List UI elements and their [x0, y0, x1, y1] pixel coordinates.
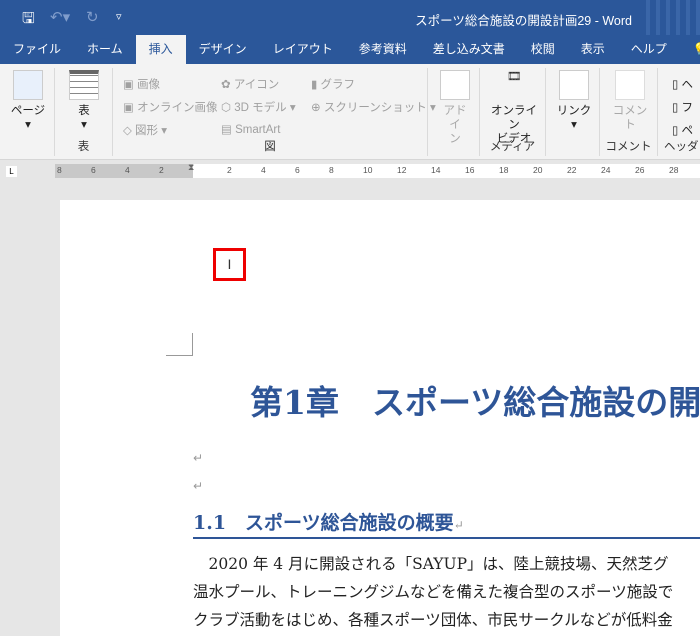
icons-button[interactable]: ✿ アイコン: [221, 76, 279, 92]
group-pages: ページ ▾: [0, 68, 55, 156]
horizontal-ruler[interactable]: L 864224681012141618202224262830 ⧗: [0, 160, 700, 185]
link-button[interactable]: リンク ▾: [556, 70, 592, 132]
group-comments: コメント コメント: [600, 68, 658, 156]
customize-qat-icon[interactable]: ▿: [116, 10, 122, 23]
tab-view[interactable]: 表示: [568, 35, 618, 64]
ribbon-tabs: ファイル ホーム 挿入 デザイン レイアウト 参考資料 差し込み文書 校閲 表示…: [0, 35, 700, 64]
smartart-button[interactable]: ▤ SmartArt: [221, 122, 280, 136]
title-decoration: [640, 0, 700, 35]
addins-button[interactable]: アドイ ン: [438, 70, 472, 146]
ruler-tick-label: 12: [397, 165, 407, 175]
comment-button[interactable]: コメント: [608, 70, 652, 132]
ruler-tick-label: 16: [465, 165, 475, 175]
group-header-footer: ▯ ヘ ▯ フ ▯ ペ ヘッダ: [658, 68, 700, 156]
chart-button[interactable]: ▮ グラフ: [311, 76, 355, 92]
body-line[interactable]: 2020 年 4 月に開設される「SAYUP」は、陸上競技場、天然芝グ: [193, 552, 669, 574]
comment-icon: [615, 70, 645, 100]
group-label-comments: コメント: [605, 141, 652, 153]
text-cursor-highlight: I: [213, 248, 246, 281]
page-button[interactable]: ページ ▾: [8, 70, 48, 132]
group-label-media: メディア: [489, 141, 536, 153]
3d-models-button[interactable]: ⬡ 3D モデル ▾: [221, 99, 296, 115]
ruler-tick-label: 6: [295, 165, 300, 175]
ruler-margin: [55, 164, 193, 178]
ruler-tick-label: 26: [635, 165, 645, 175]
pictures-button[interactable]: ▣ 画像: [123, 76, 160, 92]
group-links: リンク ▾: [546, 68, 600, 156]
ruler-tick-label: 2: [159, 165, 164, 175]
tab-selector[interactable]: L: [6, 166, 17, 177]
ruler-tick-label: 4: [261, 165, 266, 175]
save-icon[interactable]: 🖫: [22, 8, 35, 33]
indent-marker[interactable]: ⧗: [188, 162, 194, 173]
undo-icon[interactable]: ↶▾: [50, 8, 70, 26]
shapes-button[interactable]: ◇ 図形 ▾: [123, 122, 167, 138]
paragraph-mark: ↵: [193, 451, 204, 465]
ribbon: ページ ▾ 表 ▾ 表 ▣ 画像 ▣ オンライン画像 ◇ 図形 ▾ ✿ アイコン ⬡…: [0, 64, 700, 160]
ruler-tick-label: 22: [567, 165, 577, 175]
ruler-tick-label: 28: [669, 165, 679, 175]
online-pictures-button[interactable]: ▣ オンライン画像: [123, 99, 218, 115]
group-illustrations: ▣ 画像 ▣ オンライン画像 ◇ 図形 ▾ ✿ アイコン ⬡ 3D モデル ▾ …: [113, 68, 436, 156]
group-label-table: 表: [77, 141, 90, 153]
ruler-tick-label: 10: [363, 165, 373, 175]
tab-references[interactable]: 参考資料: [346, 35, 420, 64]
online-video-icon: 🎞: [499, 70, 529, 100]
tab-help[interactable]: ヘルプ: [618, 35, 680, 64]
ruler-tick-label: 2: [227, 165, 232, 175]
page-label: ページ: [10, 105, 46, 117]
ruler-tick-label: 8: [57, 165, 62, 175]
tab-review[interactable]: 校閲: [518, 35, 568, 64]
link-icon: [559, 70, 589, 100]
tab-design[interactable]: デザイン: [186, 35, 260, 64]
ruler-bar: 864224681012141618202224262830: [55, 164, 700, 178]
addins-icon: [440, 70, 470, 100]
table-button[interactable]: 表 ▾: [65, 70, 103, 132]
lightbulb-icon: 💡: [693, 42, 700, 56]
cover-page-icon: [13, 70, 43, 100]
online-video-button[interactable]: 🎞 オンライン ビデオ: [486, 70, 542, 146]
ruler-tick-label: 20: [533, 165, 543, 175]
title-bar: 🖫 ↶▾ ↻ ▿ スポーツ総合施設の開設計画29 - Word: [0, 0, 700, 35]
tab-layout[interactable]: レイアウト: [260, 35, 346, 64]
body-line[interactable]: クラブ活動をはじめ、各種スポーツ団体、市民サークルなどが低料金: [193, 608, 673, 630]
group-table: 表 ▾ 表: [55, 68, 113, 156]
redo-icon[interactable]: ↻: [86, 8, 99, 26]
footer-button[interactable]: ▯ フ: [672, 99, 693, 115]
group-addins: アドイ ン: [428, 68, 480, 156]
tab-tell-me[interactable]: 💡 実行: [680, 35, 700, 64]
header-button[interactable]: ▯ ヘ: [672, 76, 693, 92]
section-heading-text: 1.1 スポーツ総合施設の概要: [193, 512, 454, 534]
group-media: 🎞 オンライン ビデオ メディア: [480, 68, 546, 156]
window-title: スポーツ総合施設の開設計画29 - Word: [415, 14, 632, 28]
margin-crop-mark: [166, 333, 193, 356]
paragraph-mark: ↵: [453, 518, 464, 532]
tab-insert[interactable]: 挿入: [135, 35, 186, 64]
tab-home[interactable]: ホーム: [74, 35, 136, 64]
ruler-tick-label: 14: [431, 165, 441, 175]
tab-file[interactable]: ファイル: [0, 35, 74, 64]
ruler-tick-label: 8: [329, 165, 334, 175]
paragraph-mark: ↵: [193, 479, 204, 493]
group-label-header-footer: ヘッダ: [664, 141, 699, 153]
screenshot-button[interactable]: ⊕ スクリーンショット ▾: [311, 99, 436, 115]
chapter-title[interactable]: 第1章 スポーツ総合施設の開: [250, 376, 700, 424]
ruler-tick-label: 18: [499, 165, 509, 175]
tab-mailings[interactable]: 差し込み文書: [420, 35, 518, 64]
body-line[interactable]: 温水プール、トレーニングジムなどを備えた複合型のスポーツ施設で: [193, 580, 673, 602]
ruler-tick-label: 4: [125, 165, 130, 175]
table-label: 表: [78, 105, 90, 117]
page-number-button[interactable]: ▯ ペ: [672, 122, 693, 138]
ruler-tick-label: 6: [91, 165, 96, 175]
table-icon: [69, 70, 99, 100]
ruler-tick-label: 24: [601, 165, 611, 175]
group-label-illustrations: 図: [264, 141, 276, 153]
section-heading[interactable]: 1.1 スポーツ総合施設の概要↵: [193, 508, 700, 539]
